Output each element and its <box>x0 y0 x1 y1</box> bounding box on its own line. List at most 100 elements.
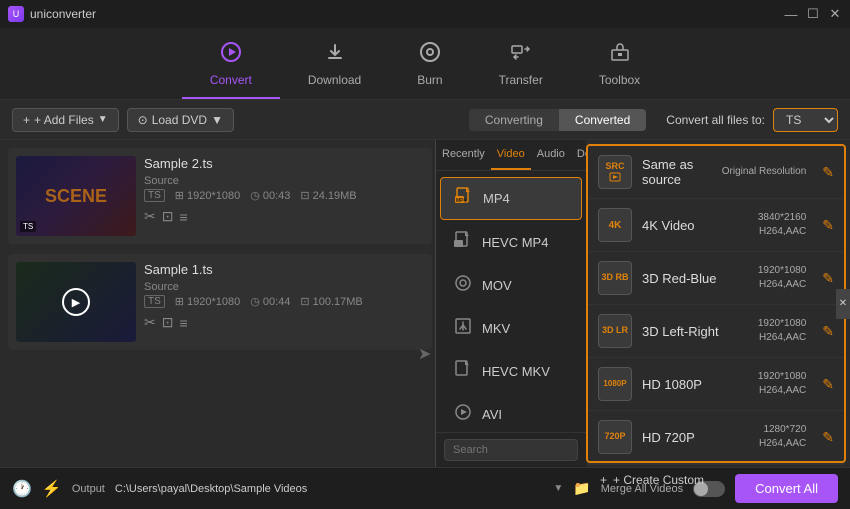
output-dropdown-arrow[interactable]: ▼ <box>553 483 563 494</box>
format-avi[interactable]: AVI <box>440 394 582 432</box>
option-hd-720p[interactable]: 720P HD 720P 1280*720H264,AAC ✎ <box>588 411 844 464</box>
toolbox-icon <box>609 41 631 69</box>
output-path: C:\Users\payal\Desktop\Sample Videos <box>115 483 544 495</box>
nav-bar: Convert Download Burn Transfer <box>0 28 850 100</box>
option-3d-red-blue[interactable]: 3D RB 3D Red-Blue 1920*1080H264,AAC ✎ <box>588 252 844 305</box>
dvd-icon: ⊙ <box>138 113 148 127</box>
convert-all-select[interactable]: TS MP4 MKV <box>773 108 838 132</box>
mkv-icon <box>452 317 474 340</box>
maximize-button[interactable]: ☐ <box>806 6 820 22</box>
close-button[interactable]: ✕ <box>828 6 842 22</box>
tab-audio[interactable]: Audio <box>531 140 571 170</box>
copy-button-1[interactable]: ⊡ <box>162 208 174 225</box>
format-panel: Recently Video Audio Device MP4 <box>435 140 850 467</box>
same-as-source-edit[interactable]: ✎ <box>822 164 834 181</box>
convert-icon <box>220 41 242 69</box>
create-custom-button[interactable]: + + Create Custom <box>588 464 844 495</box>
svg-text:MP4: MP4 <box>456 198 467 204</box>
format-hevc-mkv[interactable]: HEVC MKV <box>440 351 582 392</box>
3d-lr-edit[interactable]: ✎ <box>822 323 834 340</box>
4k-video-detail: 3840*2160H264,AAC <box>758 211 806 239</box>
settings-button-1[interactable]: ≡ <box>179 208 187 225</box>
copy-button-2[interactable]: ⊡ <box>162 314 174 331</box>
file-list: SCENE TS Sample 2.ts Source TS ⊞ 1920*10… <box>0 140 440 467</box>
option-3d-left-right[interactable]: 3D LR 3D Left-Right 1920*1080H264,AAC ✎ <box>588 305 844 358</box>
format-search-input[interactable] <box>444 439 578 461</box>
hd-1080p-detail: 1920*1080H264,AAC <box>758 370 806 398</box>
tab-recently[interactable]: Recently <box>436 140 491 170</box>
4k-icon: 4K <box>598 208 632 242</box>
tab-converted[interactable]: Converted <box>559 109 646 131</box>
option-4k-video[interactable]: 4K 4K Video 3840*2160H264,AAC ✎ <box>588 199 844 252</box>
format-mkv-label: MKV <box>482 321 510 336</box>
1080p-edit[interactable]: ✎ <box>822 376 834 393</box>
720p-edit[interactable]: ✎ <box>822 429 834 446</box>
cut-button-1[interactable]: ✂ <box>144 208 156 225</box>
file-info-1: Sample 2.ts Source TS ⊞ 1920*1080 ◷ 00:4… <box>144 156 424 225</box>
file-name-1: Sample 2.ts <box>144 156 424 171</box>
cut-button-2[interactable]: ✂ <box>144 314 156 331</box>
size-2: ⊡ 100.17MB <box>300 295 362 308</box>
duration-1: ◷ 00:43 <box>250 189 290 202</box>
file-actions-1: ✂ ⊡ ≡ <box>144 208 424 225</box>
panel-close-button[interactable]: ✕ <box>836 289 850 319</box>
nav-download-label: Download <box>308 73 361 87</box>
bottom-icons: 🕐 ⚡ <box>12 479 62 499</box>
add-files-button[interactable]: + + Add Files ▼ <box>12 108 119 132</box>
nav-toolbox[interactable]: Toolbox <box>571 33 668 99</box>
thumb-image-2: ▶ <box>16 262 136 342</box>
format-tag-2: TS <box>144 295 165 308</box>
main-area: SCENE TS Sample 2.ts Source TS ⊞ 1920*10… <box>0 140 850 467</box>
hd-1080p-label: HD 1080P <box>642 377 748 392</box>
size-1: ⊡ 24.19MB <box>300 189 356 202</box>
file-info-2: Sample 1.ts Source TS ⊞ 1920*1080 ◷ 00:4… <box>144 262 424 331</box>
nav-transfer-label: Transfer <box>499 73 543 87</box>
clock-icon[interactable]: 🕐 <box>12 479 32 499</box>
format-tag-1: TS <box>144 189 165 202</box>
format-mov-label: MOV <box>482 278 512 293</box>
nav-transfer[interactable]: Transfer <box>471 33 571 99</box>
format-avi-label: AVI <box>482 407 502 422</box>
load-dvd-label: Load DVD <box>152 113 207 127</box>
add-files-label: + Add Files <box>34 113 94 127</box>
play-button-thumb-2[interactable]: ▶ <box>62 288 90 316</box>
option-same-as-source[interactable]: SRC Same as source Original Resolution ✎ <box>588 146 844 199</box>
format-tab-group: Recently Video Audio Device <box>436 140 586 171</box>
3d-lr-icon: 3D LR <box>598 314 632 348</box>
window-controls[interactable]: — ☐ ✕ <box>784 6 842 22</box>
file-meta-row-2: TS ⊞ 1920*1080 ◷ 00:44 ⊡ 100.17MB <box>144 295 424 308</box>
3d-red-blue-detail: 1920*1080H264,AAC <box>758 264 806 292</box>
nav-convert[interactable]: Convert <box>182 33 280 99</box>
format-mov[interactable]: MOV <box>440 265 582 306</box>
tab-video[interactable]: Video <box>491 140 531 170</box>
file-meta-row-1: TS ⊞ 1920*1080 ◷ 00:43 ⊡ 24.19MB <box>144 189 424 202</box>
format-mp4[interactable]: MP4 MP4 <box>440 177 582 220</box>
convert-all-label: Convert all files to: <box>666 113 765 127</box>
nav-convert-label: Convert <box>210 73 252 87</box>
format-mkv[interactable]: MKV <box>440 308 582 349</box>
settings-button-2[interactable]: ≡ <box>179 314 187 331</box>
minimize-button[interactable]: — <box>784 7 798 22</box>
flash-icon[interactable]: ⚡ <box>42 479 62 499</box>
nav-download[interactable]: Download <box>280 33 389 99</box>
duration-2: ◷ 00:44 <box>250 295 290 308</box>
same-as-source-detail: Original Resolution <box>722 165 807 179</box>
toolbar: + + Add Files ▼ ⊙ Load DVD ▼ Converting … <box>0 100 850 140</box>
format-options: SRC Same as source Original Resolution ✎… <box>586 144 846 463</box>
add-files-arrow: ▼ <box>98 114 108 125</box>
download-icon <box>324 41 346 69</box>
load-dvd-button[interactable]: ⊙ Load DVD ▼ <box>127 108 234 132</box>
nav-toolbox-label: Toolbox <box>599 73 640 87</box>
option-hd-1080p[interactable]: 1080P HD 1080P 1920*1080H264,AAC ✎ <box>588 358 844 411</box>
app-logo: U uniconverter <box>8 6 96 22</box>
format-hevc-mp4[interactable]: HEVC MP4 <box>440 222 582 263</box>
source-label-2: Source <box>144 281 424 293</box>
tab-converting[interactable]: Converting <box>469 109 559 131</box>
format-categories: Recently Video Audio Device MP4 <box>436 140 586 467</box>
hd-720p-label: HD 720P <box>642 430 749 445</box>
4k-edit[interactable]: ✎ <box>822 217 834 234</box>
transfer-icon <box>510 41 532 69</box>
search-box <box>436 432 586 467</box>
nav-burn[interactable]: Burn <box>389 33 470 99</box>
3d-rb-edit[interactable]: ✎ <box>822 270 834 287</box>
